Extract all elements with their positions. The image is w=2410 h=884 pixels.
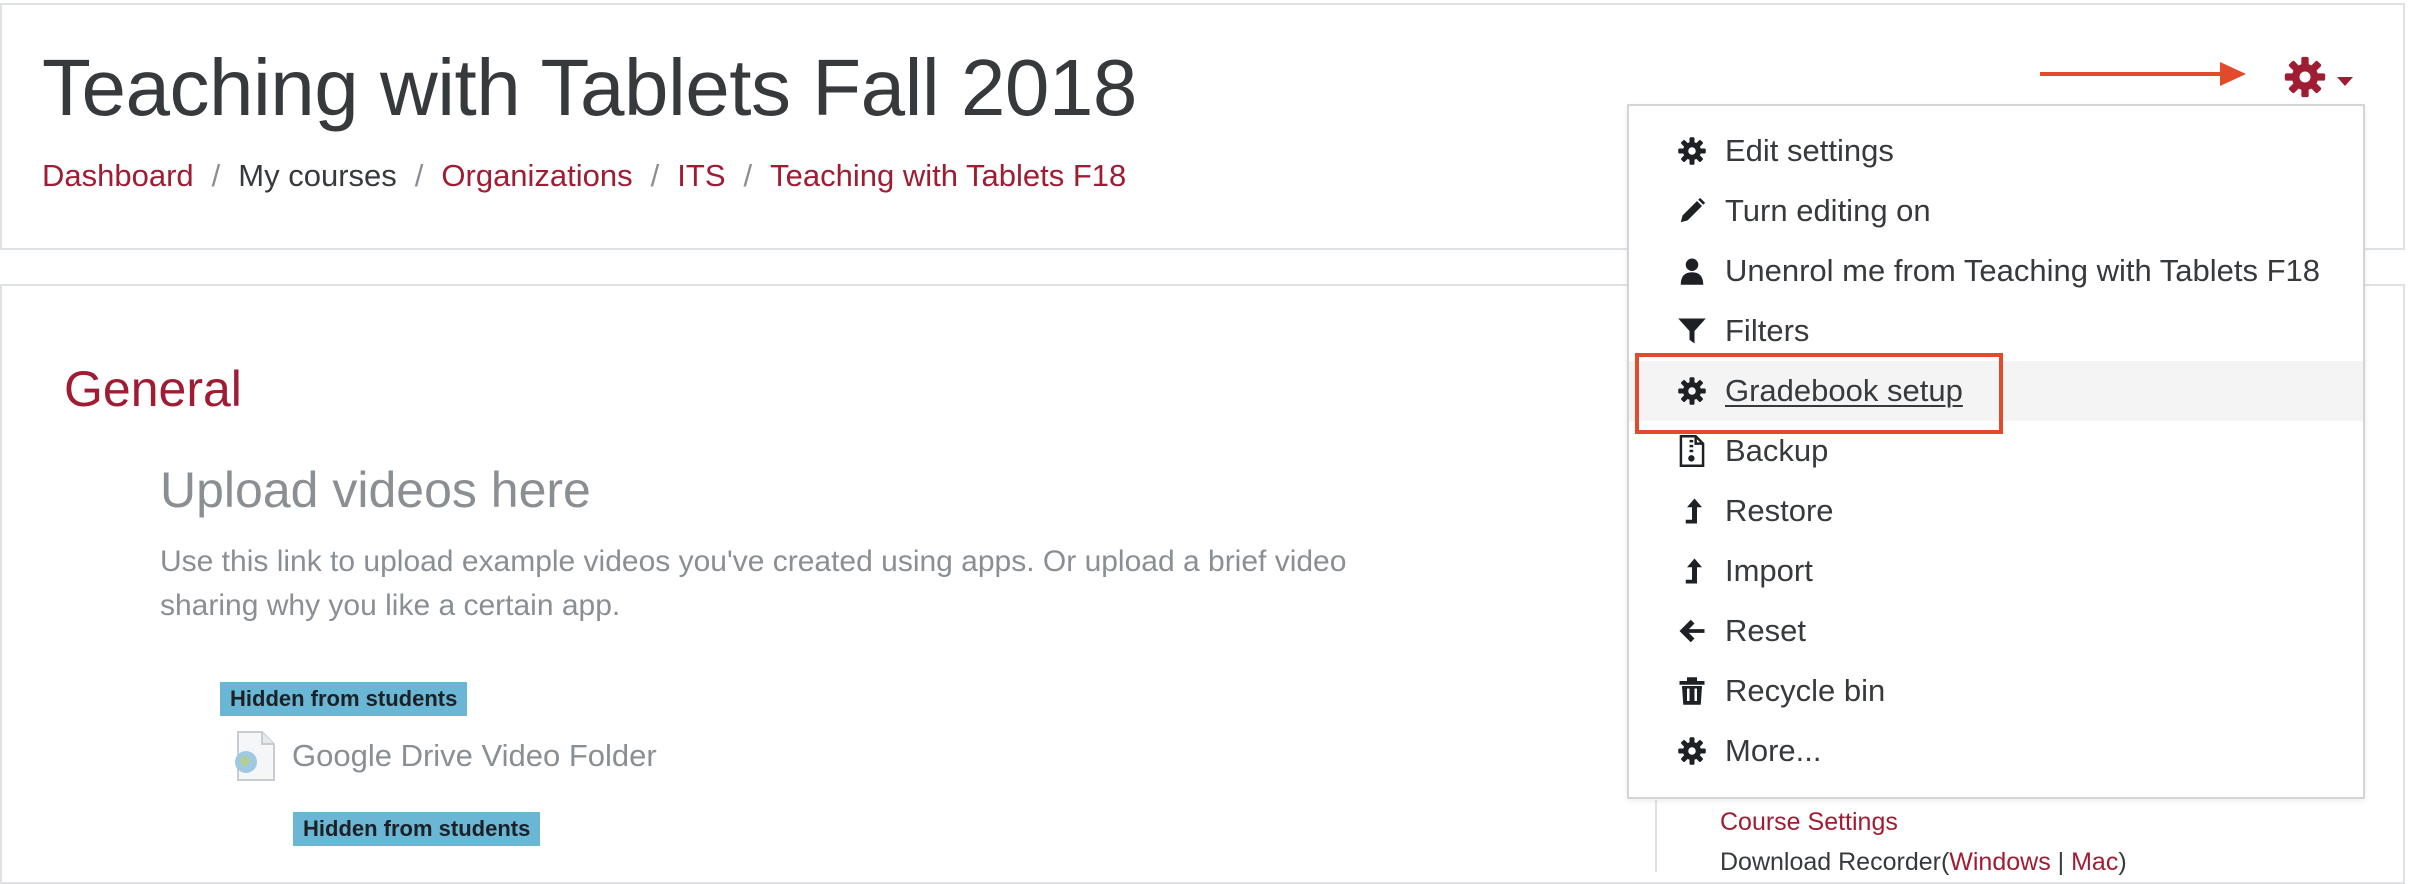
breadcrumb: Dashboard / My courses / Organizations /… — [42, 158, 1126, 194]
menu-item-label: Recycle bin — [1725, 673, 1886, 708]
course-actions-menu-button[interactable] — [2283, 52, 2363, 102]
breadcrumb-my-courses: My courses — [238, 158, 397, 193]
section-title: General — [64, 361, 242, 417]
chevron-down-icon — [2337, 76, 2353, 86]
menu-item-reset[interactable]: Reset — [1629, 601, 2363, 661]
gear-icon — [1676, 735, 1708, 767]
gear-icon — [2284, 56, 2326, 98]
upload-label-title: Upload videos here — [160, 462, 591, 518]
menu-item-label: Reset — [1725, 613, 1806, 648]
download-recorder: Download Recorder(Windows | Mac) — [1720, 848, 2127, 877]
menu-item-unenrol[interactable]: Unenrol me from Teaching with Tablets F1… — [1629, 241, 2363, 301]
arrow-left-icon — [1676, 615, 1708, 647]
menu-item-filters[interactable]: Filters — [1629, 301, 2363, 361]
menu-item-label: Restore — [1725, 493, 1834, 528]
breadcrumb-separator: / — [743, 158, 753, 193]
level-up-icon — [1676, 555, 1708, 587]
menu-item-edit-settings[interactable]: Edit settings — [1629, 121, 2363, 181]
menu-item-label: Backup — [1725, 433, 1829, 468]
pencil-icon — [1676, 195, 1708, 227]
breadcrumb-organizations[interactable]: Organizations — [441, 158, 632, 194]
trash-icon — [1676, 675, 1708, 707]
breadcrumb-its[interactable]: ITS — [677, 158, 725, 194]
annotation-arrow — [2040, 62, 2246, 86]
hidden-badge: Hidden from students — [293, 812, 541, 846]
gear-icon — [1676, 135, 1708, 167]
upload-label-description: Use this link to upload example videos y… — [160, 545, 1347, 622]
menu-item-restore[interactable]: Restore — [1629, 481, 2363, 541]
gear-icon — [1676, 375, 1708, 407]
breadcrumb-separator: / — [414, 158, 424, 193]
menu-item-recycle-bin[interactable]: Recycle bin — [1629, 661, 2363, 721]
menu-item-label: Gradebook setup — [1725, 373, 1963, 408]
breadcrumb-separator: / — [211, 158, 221, 193]
menu-item-turn-editing-on[interactable]: Turn editing on — [1629, 181, 2363, 241]
menu-item-label: Filters — [1725, 313, 1810, 348]
course-actions-dropdown: Edit settings Turn editing on Unenrol me… — [1627, 104, 2365, 799]
menu-item-more[interactable]: More... — [1629, 721, 2363, 781]
page-title: Teaching with Tablets Fall 2018 — [42, 43, 1137, 132]
menu-item-label: Unenrol me from Teaching with Tablets F1… — [1725, 253, 2321, 288]
breadcrumb-dashboard[interactable]: Dashboard — [42, 158, 194, 194]
breadcrumb-course[interactable]: Teaching with Tablets F18 — [770, 158, 1126, 194]
user-icon — [1676, 255, 1708, 287]
resource-link[interactable]: Google Drive Video Folder — [232, 730, 657, 782]
breadcrumb-separator: / — [650, 158, 660, 193]
menu-item-label: Edit settings — [1725, 133, 1894, 168]
menu-item-label: More... — [1725, 733, 1822, 768]
menu-item-label: Import — [1725, 553, 1813, 588]
menu-item-backup[interactable]: Backup — [1629, 421, 2363, 481]
menu-item-gradebook-setup[interactable]: Gradebook setup — [1629, 361, 2363, 421]
hidden-badge: Hidden from students — [220, 682, 468, 716]
menu-item-import[interactable]: Import — [1629, 541, 2363, 601]
resource-name: Google Drive Video Folder — [292, 738, 657, 773]
url-icon — [235, 731, 275, 781]
filter-icon — [1676, 315, 1708, 347]
file-archive-icon — [1676, 435, 1708, 467]
course-settings-link[interactable]: Course Settings — [1720, 808, 1898, 837]
menu-item-label: Turn editing on — [1725, 193, 1931, 228]
level-up-icon — [1676, 495, 1708, 527]
sidebar-divider — [1655, 800, 1657, 872]
